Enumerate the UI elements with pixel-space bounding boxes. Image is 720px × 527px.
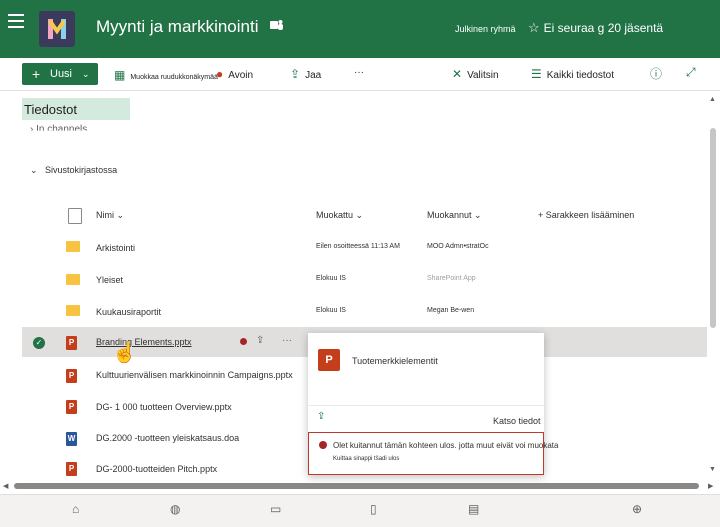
add-column-label: Sarakkeen lisääminen <box>545 210 635 220</box>
word-icon: W <box>66 432 77 446</box>
column-modified[interactable]: Muokattu ⌄ <box>316 210 363 221</box>
open-label: Avoin <box>228 70 254 81</box>
file-modified-by: MOO Admn•stratOc <box>427 243 489 250</box>
file-name[interactable]: DG-2000-tuotteiden Pitch.pptx <box>96 464 217 474</box>
horizontal-scrollbar[interactable] <box>14 483 699 489</box>
grid-icon: ▦ <box>114 68 126 82</box>
file-name[interactable]: Kuukausiraportit <box>96 307 161 317</box>
file-type-icon[interactable] <box>68 208 82 224</box>
share-label: Jaa <box>305 70 322 81</box>
create-icon[interactable]: ⊕ <box>632 502 642 516</box>
checkout-warning <box>308 432 544 475</box>
open-button[interactable]: ● Avoin <box>216 67 253 81</box>
site-title[interactable]: Myynti ja markkinointi <box>96 17 259 37</box>
select-label: Valitsin <box>467 70 499 81</box>
scroll-up-icon[interactable]: ▲ <box>709 96 716 103</box>
share-icon: ⇪ <box>290 67 301 81</box>
column-modified-by[interactable]: Muokannut ⌄ <box>427 210 482 221</box>
globe-icon[interactable]: ◍ <box>170 502 180 516</box>
folder-icon <box>66 241 80 252</box>
checkmark-icon[interactable]: ✓ <box>33 337 45 349</box>
column-name-label: Nimi <box>96 210 114 220</box>
add-column-button[interactable]: + Sarakkeen lisääminen <box>538 210 634 220</box>
info-icon[interactable]: ⓘ <box>650 65 662 82</box>
column-modified-label: Muokattu <box>316 210 354 220</box>
follow-button[interactable]: ☆ Ei seuraa g 20 jäsentä <box>528 20 663 36</box>
expand-icon[interactable]: ⤢ <box>686 65 696 80</box>
file-modified: Elokuu IS <box>316 307 346 314</box>
vertical-scrollbar[interactable] <box>710 128 716 328</box>
warning-message: Olet kuitannut tämän kohteen ulos. jotta… <box>333 441 559 450</box>
section-header[interactable]: ⌄ Sivustokirjastossa <box>30 165 117 176</box>
new-label: Uusi <box>50 68 73 80</box>
edit-grid-label: Muokkaa ruudukkonäkymää <box>130 74 218 81</box>
open-icon: ● <box>216 67 224 81</box>
view-label: Kaikki tiedostot <box>546 70 615 81</box>
powerpoint-icon: P <box>66 336 77 350</box>
group-type-label: Julkinen ryhmä <box>455 24 516 34</box>
chevron-down-icon: ⌄ <box>82 69 90 79</box>
view-selector[interactable]: ☰ Kaikki tiedostot <box>531 67 614 81</box>
list-icon: ☰ <box>531 67 542 81</box>
site-logo[interactable] <box>39 11 75 47</box>
file-modified: Eilen osoitteessä 11:13 AM <box>316 243 400 250</box>
folder-icon <box>66 274 80 285</box>
share-icon[interactable]: ⇪ <box>317 411 325 422</box>
checked-out-icon <box>240 338 247 345</box>
column-name[interactable]: Nimi ⌄ <box>96 210 124 221</box>
star-icon: ☆ <box>528 20 540 35</box>
table-row[interactable] <box>22 264 707 294</box>
file-modified-by: SharePoint App <box>427 275 476 282</box>
news-icon[interactable]: ▭ <box>270 502 281 516</box>
powerpoint-icon: P <box>318 349 340 371</box>
file-name[interactable]: Arkistointi <box>96 243 135 253</box>
more-button[interactable]: ··· <box>354 67 364 78</box>
file-name[interactable]: DG- 1 000 tuotteen Overview.pptx <box>96 402 232 412</box>
divider <box>308 405 544 406</box>
files-icon[interactable]: ▯ <box>370 502 377 516</box>
lists-icon[interactable]: ▤ <box>468 502 479 516</box>
select-button[interactable]: ✕ Valitsin <box>452 67 499 81</box>
file-name[interactable]: DG.2000 -tuotteen yleiskatsaus.doa <box>96 433 239 443</box>
warning-icon <box>319 441 327 449</box>
file-name[interactable]: Branding Elements.pptx <box>96 337 192 347</box>
powerpoint-icon: P <box>66 400 77 414</box>
in-channels-label: In channels <box>36 124 88 135</box>
share-icon[interactable]: ⇪ <box>256 335 264 346</box>
teams-icon[interactable] <box>268 17 284 33</box>
menu-icon[interactable] <box>8 14 24 28</box>
column-modified-by-label: Muokannut <box>427 210 472 220</box>
new-button[interactable]: + Uusi ⌄ <box>22 63 98 85</box>
in-channels-group[interactable]: › In channels <box>30 124 88 135</box>
see-details-link[interactable]: Katso tiedot <box>493 416 541 426</box>
follow-label: Ei seuraa g 20 jäsentä <box>543 21 664 35</box>
scroll-down-icon[interactable]: ▼ <box>709 466 716 473</box>
file-modified: Elokuu IS <box>316 275 346 282</box>
file-modified-by: Megan Be-wen <box>427 307 475 314</box>
share-button[interactable]: ⇪ Jaa <box>290 67 321 81</box>
more-options-icon[interactable]: ··· <box>282 335 292 346</box>
section-label: Sivustokirjastossa <box>45 165 118 175</box>
bottom-nav <box>0 494 720 527</box>
file-name[interactable]: Yleiset <box>96 275 123 285</box>
file-name[interactable]: Kulttuurienvälisen markkinoinnin Campaig… <box>96 370 293 380</box>
home-icon[interactable]: ⌂ <box>72 502 79 516</box>
folder-icon <box>66 305 80 316</box>
close-icon: ✕ <box>452 67 463 81</box>
page-title: Tiedostot <box>24 102 77 117</box>
plus-icon: + <box>32 66 41 82</box>
scroll-left-icon[interactable]: ◀ <box>3 482 8 490</box>
check-in-link[interactable]: Kuittaa sinappi tšadi ulos <box>333 456 399 462</box>
powerpoint-icon: P <box>66 369 77 383</box>
powerpoint-icon: P <box>66 462 77 476</box>
scroll-right-icon[interactable]: ▶ <box>708 482 713 490</box>
hover-card-title[interactable]: Tuotemerkkielementit <box>352 356 438 366</box>
edit-grid-button[interactable]: ▦ Muokkaa ruudukkonäkymää <box>114 68 218 82</box>
